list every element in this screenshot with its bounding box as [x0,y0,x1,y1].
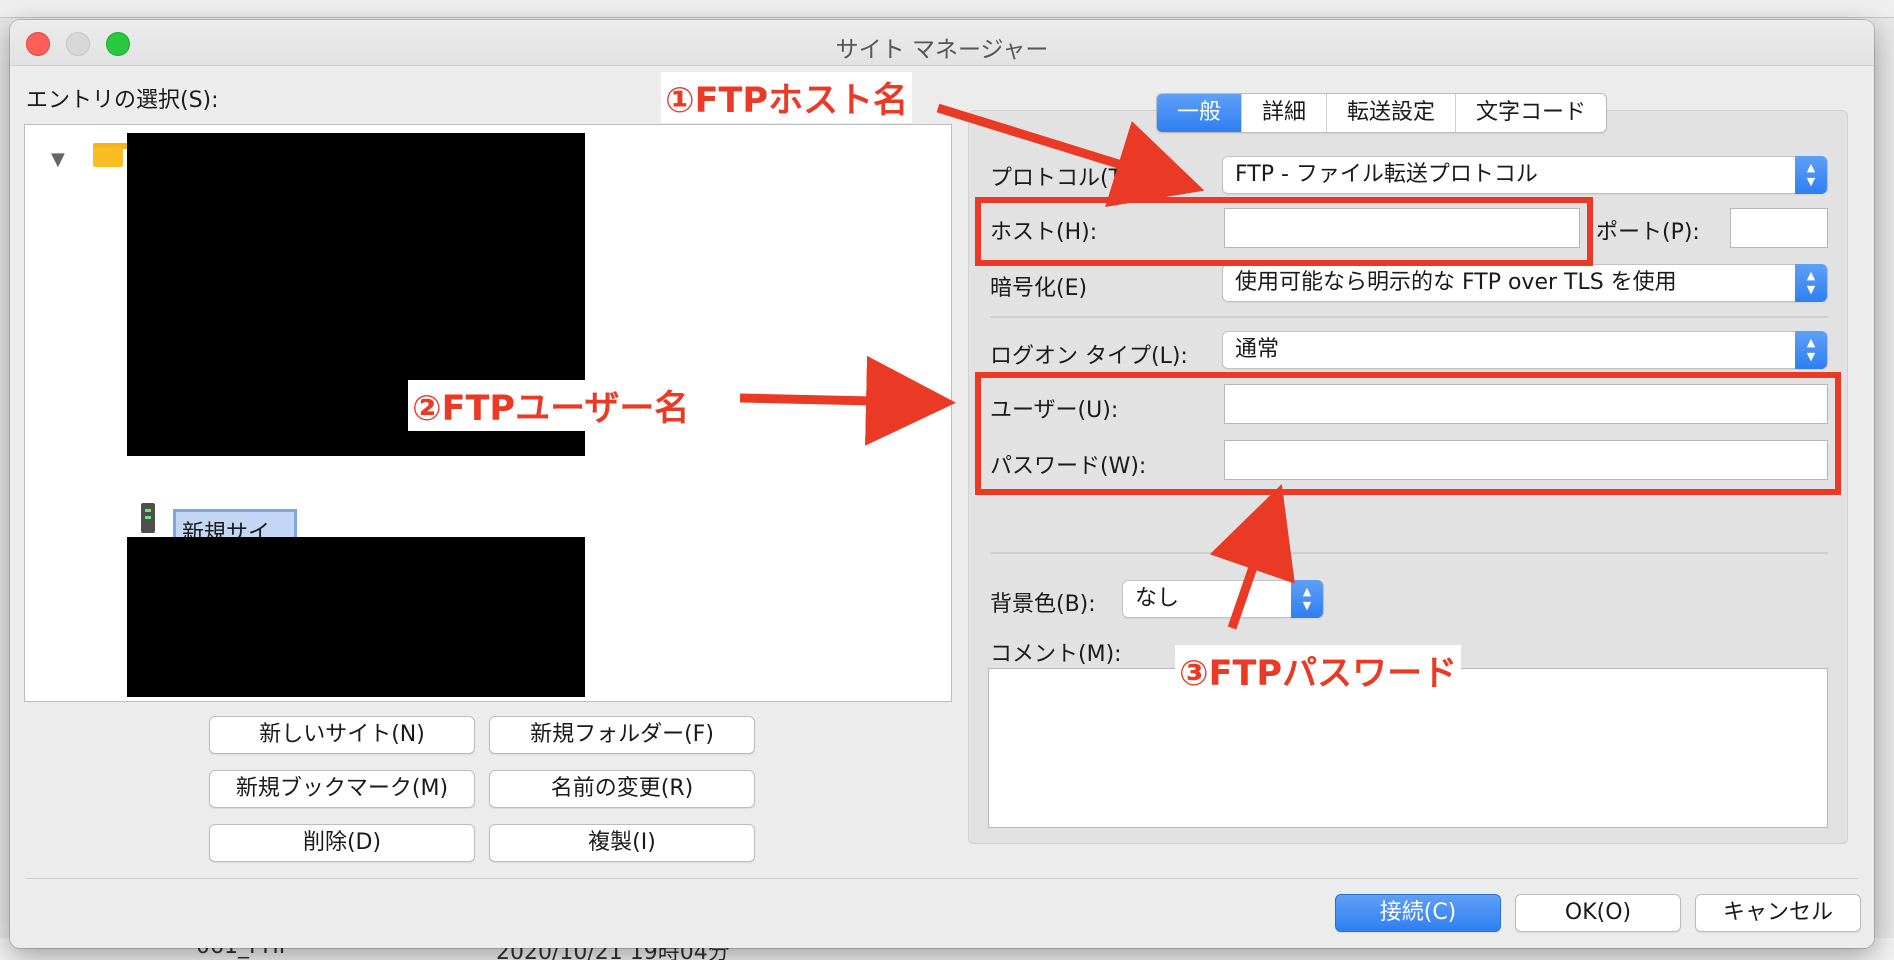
annotation-password: ③FTPパスワード [1175,645,1462,696]
logon-type-label: ログオン タイプ(L): [990,344,1188,369]
new-site-button[interactable]: 新しいサイト(N) [209,716,475,754]
tab-advanced[interactable]: 詳細 [1242,94,1328,132]
select-stepper-icon: ▲ ▼ [1795,331,1827,369]
encryption-select[interactable]: 使用可能なら明示的な FTP over TLS を使用 ▲ ▼ [1222,264,1828,302]
logon-type-value: 通常 [1235,337,1280,362]
encryption-label: 暗号化(E) [990,276,1088,301]
host-highlight-box [975,197,1593,266]
new-folder-button[interactable]: 新規フォルダー(F) [489,716,755,754]
footer-separator [26,878,1858,879]
folder-icon [93,143,134,167]
redacted-region-bottom [127,537,585,697]
cancel-button[interactable]: キャンセル [1695,894,1861,932]
background-color-select[interactable]: なし ▲ ▼ [1122,580,1324,618]
disclosure-triangle-icon[interactable]: ▼ [51,149,65,170]
server-icon [141,503,155,533]
duplicate-button[interactable]: 複製(I) [489,824,755,862]
connect-button[interactable]: 接続(C) [1335,894,1501,932]
annotation-user: ②FTPユーザー名 [408,380,694,431]
background-color-value: なし [1135,586,1180,611]
new-bookmark-button[interactable]: 新規ブックマーク(M) [209,770,475,808]
logon-type-select[interactable]: 通常 ▲ ▼ [1222,331,1828,369]
background-toolbar [0,0,1894,18]
entry-select-label: エントリの選択(S): [26,88,219,113]
select-stepper-icon: ▲ ▼ [1291,580,1323,618]
settings-tabs: 一般 詳細 転送設定 文字コード [1156,93,1608,133]
annotation-host: ①FTPホスト名 [661,72,913,123]
window-title: サイト マネージャー [835,37,1049,63]
titlebar: サイト マネージャー [10,20,1874,66]
background-color-label: 背景色(B): [990,592,1096,617]
credentials-highlight-box [975,372,1841,495]
protocol-value: FTP - ファイル転送プロトコル [1235,162,1538,187]
comment-label: コメント(M): [990,642,1122,667]
separator [990,552,1828,554]
port-input[interactable] [1730,208,1828,248]
separator [990,316,1828,318]
encryption-value: 使用可能なら明示的な FTP over TLS を使用 [1235,270,1677,295]
port-label: ポート(P): [1596,220,1700,245]
rename-button[interactable]: 名前の変更(R) [489,770,755,808]
tab-general[interactable]: 一般 [1157,94,1243,132]
ok-button[interactable]: OK(O) [1515,894,1681,932]
tab-charset[interactable]: 文字コード [1456,94,1606,132]
select-stepper-icon: ▲ ▼ [1795,264,1827,302]
select-stepper-icon: ▲ ▼ [1795,156,1827,194]
delete-button[interactable]: 削除(D) [209,824,475,862]
protocol-label: プロトコル(T): [990,166,1139,191]
protocol-select[interactable]: FTP - ファイル転送プロトコル ▲ ▼ [1222,156,1828,194]
tab-transfer-settings[interactable]: 転送設定 [1327,94,1457,132]
